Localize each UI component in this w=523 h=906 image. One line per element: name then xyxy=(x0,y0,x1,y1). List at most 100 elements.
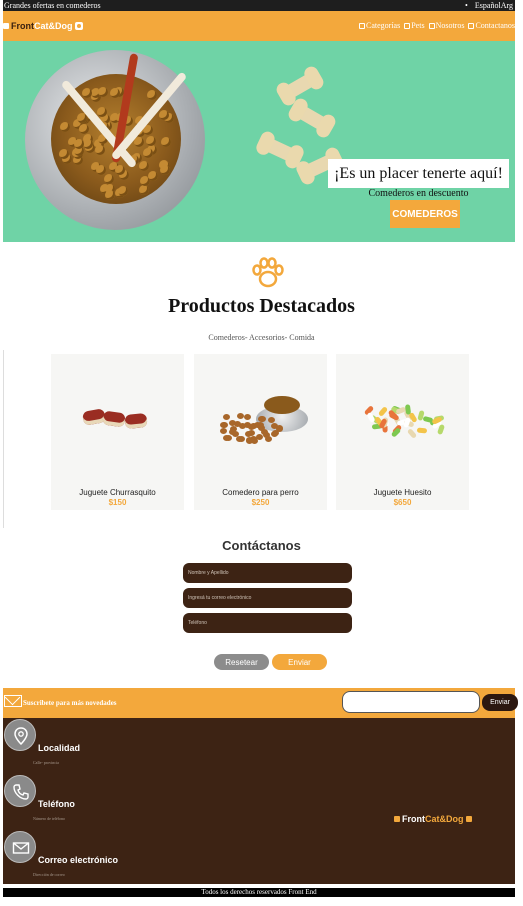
subscribe-input[interactable] xyxy=(342,691,480,713)
footer-logo[interactable]: Front Cat&Dog xyxy=(394,814,472,824)
phone-icon xyxy=(4,775,36,807)
contact-icon xyxy=(468,22,475,29)
kibble-piece xyxy=(110,87,121,98)
kibble-piece xyxy=(161,136,172,147)
product-card[interactable]: Juguete Huesito $650 xyxy=(336,354,469,510)
hero-bone-image xyxy=(292,102,332,134)
footer-logo-paw-icon xyxy=(465,816,472,822)
logo-front: Front xyxy=(11,21,34,31)
footer-sub-telefono: Número de teléfono xyxy=(33,816,65,821)
send-button[interactable]: Enviar xyxy=(272,654,327,670)
kibble-piece xyxy=(229,419,237,426)
hero-banner: ¡Es un placer tenerte aquí! Comederos en… xyxy=(3,41,515,242)
location-icon xyxy=(4,719,36,751)
logo-catdog: Cat&Dog xyxy=(34,21,73,31)
pets-icon xyxy=(404,22,411,29)
kibble-piece xyxy=(58,148,69,159)
kibble-piece xyxy=(146,89,157,100)
kibble-piece xyxy=(138,184,149,195)
product-name: Juguete Huesito xyxy=(373,488,432,497)
nav-link-contactanos[interactable]: Contactanos xyxy=(468,21,515,30)
nav-links: Categorías Pets Nosotros Contactanos xyxy=(359,21,515,30)
divider xyxy=(3,350,4,528)
kibble-piece xyxy=(139,160,150,171)
hero-subline: Comederos en descuento xyxy=(368,188,469,199)
product-image-huesito xyxy=(336,354,469,484)
kibble-piece xyxy=(270,430,278,437)
treat-piece xyxy=(437,424,446,436)
navbar: Front Cat&Dog Categorías Pets Nosotros C… xyxy=(3,11,515,41)
footer: Localidad Calle- provincia Teléfono Núme… xyxy=(3,718,515,884)
logo-mini-icon xyxy=(3,23,9,29)
topbar-bullet: • xyxy=(465,1,468,10)
footer-sub-correo: Dirección de correo xyxy=(33,872,65,877)
nav-link-label: Nosotros xyxy=(435,21,465,30)
product-price: $650 xyxy=(393,498,412,507)
kibble-piece xyxy=(246,437,253,444)
featured-subtitle: Comederos- Accesorios- Comida xyxy=(208,333,315,342)
kibble-piece xyxy=(225,435,233,442)
kibble-piece xyxy=(267,416,275,423)
product-card[interactable]: Juguete Churrasquito $150 xyxy=(51,354,184,510)
product-price: $250 xyxy=(251,498,270,507)
comederos-button[interactable]: COMEDEROS xyxy=(390,200,460,228)
kibble-piece xyxy=(147,170,158,181)
featured-title: Productos Destacados xyxy=(168,295,355,317)
top-bar: Grandes ofertas en comederos • EspañolAr… xyxy=(3,0,515,11)
logo-paw-icon xyxy=(74,22,83,30)
footer-logo-front: Front xyxy=(402,814,425,824)
product-image-comedero xyxy=(194,354,327,484)
kibble-piece xyxy=(133,137,144,148)
treat-piece xyxy=(377,406,389,418)
kibble-piece xyxy=(59,121,70,132)
kibble-piece xyxy=(219,427,227,434)
kibble-piece xyxy=(236,412,244,419)
mail-icon xyxy=(4,831,36,863)
phone-field[interactable] xyxy=(183,613,352,633)
footer-logo-catdog: Cat&Dog xyxy=(425,814,464,824)
kibble-piece xyxy=(103,173,114,184)
kibble-piece xyxy=(238,422,246,429)
footer-logo-icon xyxy=(394,816,400,822)
subscribe-button[interactable]: Enviar xyxy=(482,694,518,711)
categories-icon xyxy=(359,22,365,29)
product-card[interactable]: Comedero para perro $250 xyxy=(194,354,327,510)
name-field[interactable] xyxy=(183,563,352,583)
email-field[interactable] xyxy=(183,588,352,608)
contact-title: Contáctanos xyxy=(222,538,301,553)
hero-headline: ¡Es un placer tenerte aquí! xyxy=(328,159,509,188)
paw-icon xyxy=(252,257,284,288)
product-price: $150 xyxy=(108,498,127,507)
copyright: Todos los derechos reservados Front End xyxy=(3,888,515,897)
kibble-piece xyxy=(145,135,156,146)
nav-link-pets[interactable]: Pets xyxy=(404,21,425,30)
promo-text: Grandes ofertas en comederos xyxy=(4,1,101,10)
language-selector[interactable]: EspañolArg xyxy=(475,0,513,11)
footer-label-localidad: Localidad xyxy=(38,743,81,753)
footer-label-correo: Correo electrónico xyxy=(38,855,119,865)
nav-link-label: Categorías xyxy=(366,21,401,30)
kibble-piece xyxy=(96,106,107,117)
treat-piece xyxy=(404,404,412,416)
product-name: Juguete Churrasquito xyxy=(79,488,156,497)
nav-link-label: Pets xyxy=(411,21,425,30)
about-icon xyxy=(428,22,435,29)
nav-link-categorias[interactable]: Categorías xyxy=(359,21,400,30)
kibble-piece xyxy=(222,413,230,420)
footer-label-telefono: Teléfono xyxy=(38,799,75,809)
kibble-piece xyxy=(95,165,106,176)
hero-bone-image xyxy=(259,135,301,165)
nav-link-label: Contactanos xyxy=(475,21,515,30)
treat-piece xyxy=(417,427,428,434)
mail-icon xyxy=(4,695,22,707)
product-image-churrasquito xyxy=(51,354,184,484)
reset-button[interactable]: Resetear xyxy=(214,654,269,670)
treat-piece xyxy=(406,428,417,439)
logo[interactable]: Front Cat&Dog xyxy=(3,18,83,34)
nav-link-nosotros[interactable]: Nosotros xyxy=(428,21,465,30)
kibble-piece xyxy=(236,435,244,442)
treat-piece xyxy=(390,427,402,438)
hero-bone-image xyxy=(280,70,320,102)
subscribe-bar: Suscribete para más novedades Enviar xyxy=(3,688,518,718)
footer-sub-localidad: Calle- provincia xyxy=(33,760,59,765)
